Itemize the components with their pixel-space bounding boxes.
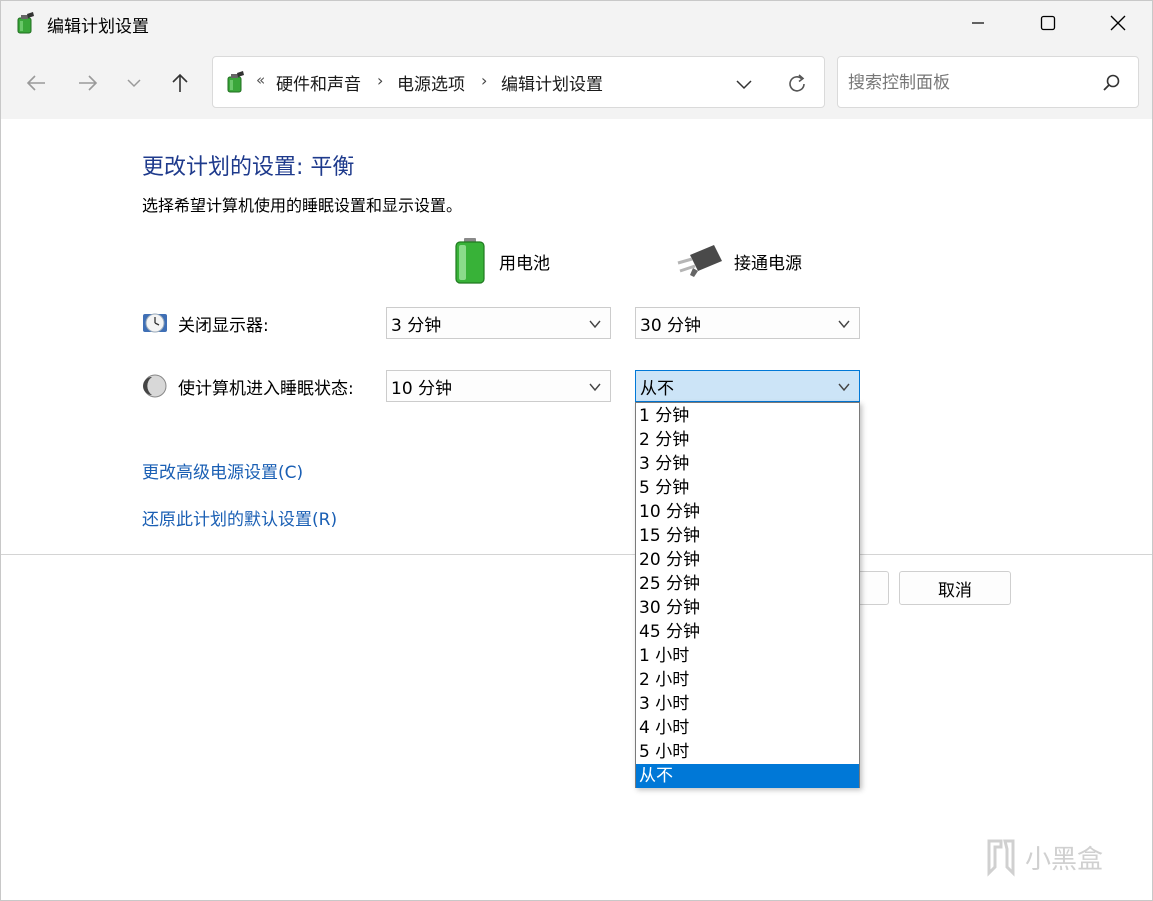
- refresh-icon: [789, 74, 805, 92]
- turn-off-display-label: 关闭显示器:: [178, 315, 269, 336]
- display-clock-icon: [143, 313, 167, 333]
- column-header-battery: 用电池: [451, 237, 550, 285]
- display-plugged-select[interactable]: 30 分钟: [635, 307, 860, 339]
- watermark-logo-icon: [987, 839, 1015, 877]
- navigation-bar: « 硬件和声音 › 电源选项 › 编辑计划设置: [1, 45, 1152, 119]
- power-plan-window: 编辑计划设置 « 硬件和声音 › 电源选项 › 编辑计划设置 搜索控制面板 更改…: [0, 0, 1153, 901]
- power-plug-icon: [677, 245, 722, 277]
- dropdown-option[interactable]: 5 小时: [636, 740, 859, 764]
- divider: [1, 554, 1152, 555]
- maximize-icon: [1040, 15, 1056, 31]
- sleep-battery-select[interactable]: 10 分钟: [386, 370, 611, 402]
- up-button[interactable]: [164, 67, 196, 99]
- dropdown-option[interactable]: 1 小时: [636, 644, 859, 668]
- dropdown-option[interactable]: 15 分钟: [636, 524, 859, 548]
- column-label-battery: 用电池: [499, 253, 550, 274]
- battery-icon: [455, 238, 485, 284]
- maximize-button[interactable]: [1013, 1, 1083, 45]
- chevron-down-icon: [589, 320, 601, 329]
- row-label-sleep: 使计算机进入睡眠状态:: [142, 371, 354, 401]
- dropdown-option[interactable]: 3 分钟: [636, 452, 859, 476]
- recent-locations-button[interactable]: [118, 67, 150, 99]
- dropdown-option[interactable]: 3 小时: [636, 692, 859, 716]
- arrow-left-icon: [26, 75, 45, 91]
- minimize-icon: [972, 22, 984, 24]
- chevron-down-icon: [127, 79, 141, 88]
- cancel-button[interactable]: 取消: [899, 571, 1011, 605]
- address-history-button[interactable]: [730, 70, 758, 98]
- breadcrumb-edit-plan: 编辑计划设置: [501, 75, 603, 95]
- display-plugged-value: 30 分钟: [640, 315, 702, 336]
- dropdown-option[interactable]: 5 分钟: [636, 476, 859, 500]
- display-battery-value: 3 分钟: [391, 315, 442, 336]
- close-button[interactable]: [1083, 1, 1153, 45]
- breadcrumb-power-options[interactable]: 电源选项: [397, 70, 465, 95]
- dropdown-option[interactable]: 25 分钟: [636, 572, 859, 596]
- window-title: 编辑计划设置: [47, 17, 149, 37]
- dropdown-option[interactable]: 30 分钟: [636, 596, 859, 620]
- sleep-plugged-select[interactable]: 从不: [635, 370, 860, 402]
- column-header-plugged-in: 接通电源: [676, 237, 802, 285]
- sleep-plugged-value: 从不: [640, 378, 674, 399]
- search-box[interactable]: [837, 56, 1139, 108]
- dropdown-option[interactable]: 2 分钟: [636, 428, 859, 452]
- dropdown-option[interactable]: 1 分钟: [636, 404, 859, 428]
- display-battery-select[interactable]: 3 分钟: [386, 307, 611, 339]
- arrow-right-icon: [79, 75, 98, 91]
- dropdown-option[interactable]: 45 分钟: [636, 620, 859, 644]
- dropdown-option[interactable]: 2 小时: [636, 668, 859, 692]
- sleep-label: 使计算机进入睡眠状态:: [178, 378, 354, 399]
- dropdown-option[interactable]: 4 小时: [636, 716, 859, 740]
- arrow-up-icon: [172, 73, 188, 92]
- dropdown-option[interactable]: 10 分钟: [636, 500, 859, 524]
- chevron-down-icon: [838, 320, 850, 329]
- back-button[interactable]: [20, 67, 52, 99]
- row-label-display: 关闭显示器:: [142, 308, 269, 338]
- search-input[interactable]: [848, 69, 1088, 97]
- sleep-plugged-dropdown-list[interactable]: 1 分钟 2 分钟 3 分钟 5 分钟 10 分钟 15 分钟 20 分钟 25…: [635, 402, 860, 788]
- search-icon[interactable]: [1100, 71, 1124, 95]
- watermark-text: 小黑盒: [1025, 844, 1104, 875]
- sleep-battery-value: 10 分钟: [391, 378, 453, 399]
- breadcrumb-separator[interactable]: ›: [481, 71, 487, 90]
- chevron-down-icon: [589, 383, 601, 392]
- forward-button[interactable]: [72, 67, 104, 99]
- chevron-down-icon: [736, 80, 752, 90]
- sleep-moon-icon: [143, 374, 167, 398]
- advanced-power-settings-link[interactable]: 更改高级电源设置(C): [142, 458, 303, 483]
- restore-defaults-link[interactable]: 还原此计划的默认设置(R): [142, 505, 337, 530]
- dropdown-option[interactable]: 20 分钟: [636, 548, 859, 572]
- breadcrumb-overflow[interactable]: «: [256, 71, 265, 89]
- chevron-down-icon: [838, 383, 850, 392]
- breadcrumb-separator[interactable]: ›: [377, 71, 383, 90]
- refresh-button[interactable]: [783, 70, 811, 98]
- title-bar: 编辑计划设置: [1, 1, 1152, 45]
- watermark: 小黑盒: [981, 837, 1103, 877]
- minimize-button[interactable]: [943, 1, 1013, 45]
- power-options-icon: [223, 70, 247, 94]
- page-subtitle: 选择希望计算机使用的睡眠设置和显示设置。: [142, 196, 463, 215]
- breadcrumb-hardware-sound[interactable]: 硬件和声音: [276, 70, 361, 95]
- column-label-plugged-in: 接通电源: [734, 253, 802, 274]
- dropdown-option-selected[interactable]: 从不: [636, 764, 859, 788]
- power-options-icon: [13, 11, 37, 35]
- close-icon: [1110, 15, 1126, 31]
- page-title: 更改计划的设置: 平衡: [142, 155, 355, 180]
- address-bar[interactable]: « 硬件和声音 › 电源选项 › 编辑计划设置: [212, 56, 825, 108]
